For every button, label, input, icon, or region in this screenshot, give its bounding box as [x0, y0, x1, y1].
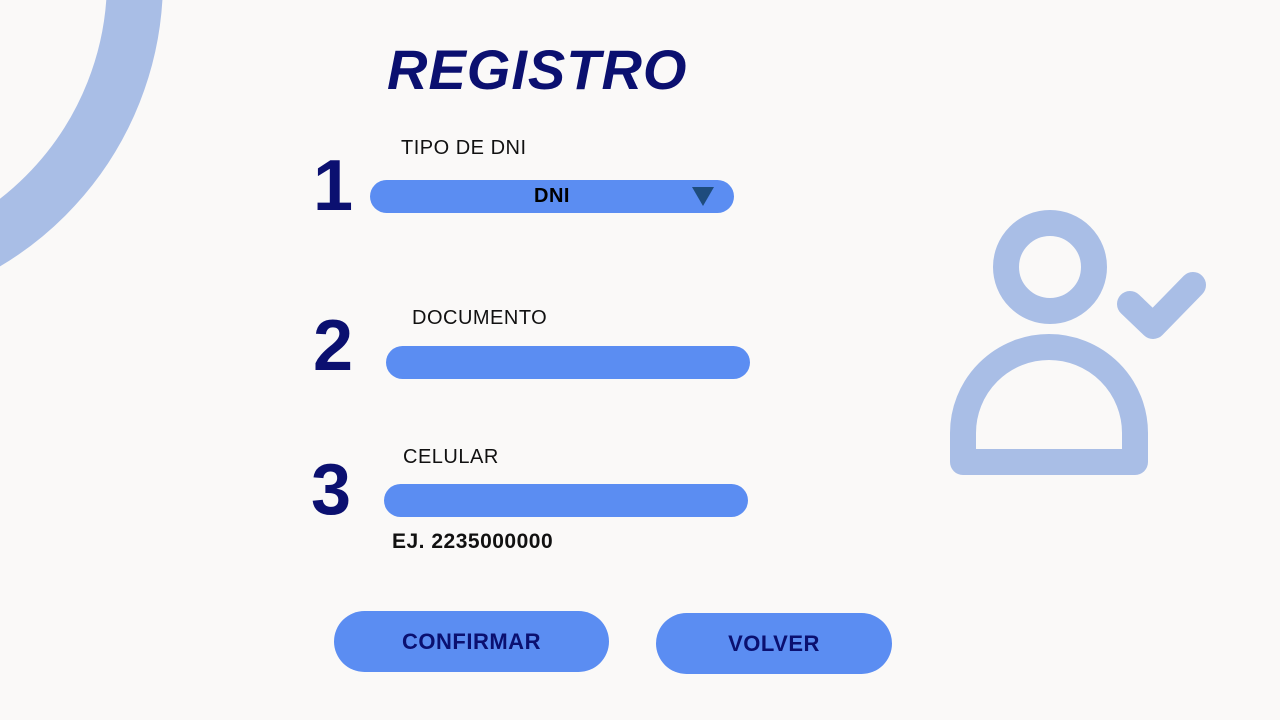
celular-hint: EJ. 2235000000	[392, 530, 554, 553]
tipo-dni-label: TIPO DE DNI	[401, 137, 527, 159]
decorative-arc	[0, 0, 163, 267]
documento-label: DOCUMENTO	[412, 307, 548, 329]
page-title: REGISTRO	[387, 38, 688, 101]
chevron-down-icon	[692, 187, 714, 206]
step-number-3: 3	[311, 450, 352, 530]
celular-input[interactable]	[384, 484, 748, 517]
documento-input[interactable]	[386, 346, 750, 379]
tipo-dni-selected-value: DNI	[534, 185, 570, 207]
confirm-button[interactable]: CONFIRMAR	[334, 611, 609, 672]
celular-label: CELULAR	[403, 446, 499, 468]
step-number-1: 1	[313, 146, 354, 226]
user-check-icon	[950, 210, 1206, 475]
tipo-dni-select[interactable]: DNI	[370, 180, 734, 213]
back-button[interactable]: VOLVER	[656, 613, 892, 674]
step-number-2: 2	[313, 306, 354, 386]
